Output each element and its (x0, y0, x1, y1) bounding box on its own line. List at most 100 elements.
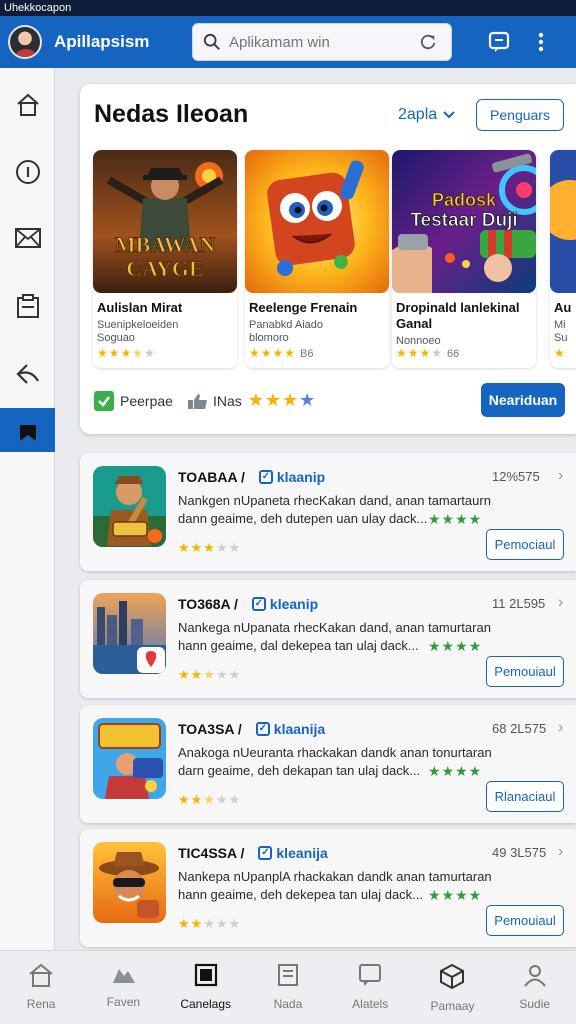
list-item-title: TOA3SA / ✓ klaanija (178, 721, 325, 737)
list-item[interactable]: TIC4SSA / ✓ kleanija 49 3L575 › Nankepa … (80, 829, 576, 947)
verified-badge: ✓ klaanija (255, 721, 326, 737)
verified-label: kleanija (276, 845, 328, 861)
rating-stars: ★★★★★ (97, 346, 156, 360)
chevron-right-icon[interactable]: › (558, 467, 563, 485)
rating-stars: ★ (554, 346, 566, 360)
sidebar-item-back[interactable] (0, 352, 55, 396)
verified-label: kleanip (269, 596, 319, 612)
search-bar[interactable] (192, 23, 452, 61)
game-icon-cowboy (93, 842, 166, 923)
featured-card[interactable]: Au Mi Su ★ (550, 150, 576, 368)
section-action-button[interactable]: Penguars (476, 99, 564, 131)
clipboard-icon (16, 294, 39, 318)
game-icon-city (93, 593, 166, 674)
card-image-text: Padosk (431, 190, 497, 211)
item-count: 68 2L575 (492, 721, 547, 736)
nav-item-canelags[interactable]: Canelags (165, 951, 247, 1024)
more-vertical-icon (538, 32, 544, 52)
chat-button[interactable] (484, 27, 514, 57)
nav-label: Alatels (352, 997, 389, 1011)
item-action-button[interactable]: Pemouiaul (486, 656, 564, 687)
list-item[interactable]: TOABAA / ✓ klaanip 12%575 › Nankgen nUpa… (80, 453, 576, 571)
item-action-button[interactable]: Rlanaciaul (486, 781, 564, 812)
featured-card[interactable]: Reelenge Frenain Panabkd Aiado blomoro ★… (245, 150, 389, 368)
check-icon (94, 390, 114, 411)
rating-stars: ★★★★★ (178, 667, 242, 682)
list-item[interactable]: TO368A / ✓ kleanip 11 2L595 › Nankega nU… (80, 580, 576, 698)
list-item-title: TOABAA / ✓ klaanip (178, 469, 325, 485)
card-image: Padosk Testaar Duji (392, 150, 536, 293)
like-label: INas (212, 392, 242, 409)
green-rating: ★★★★ (428, 887, 483, 903)
refresh-icon[interactable] (419, 33, 437, 51)
card-subtitle: Panabkd Aiado blomoro (249, 319, 324, 344)
nav-label: Pamaay (430, 999, 475, 1013)
status-bar: Uhekkocapon (0, 0, 576, 16)
card-image-text: CAYGE (126, 256, 204, 282)
sidebar-item-home[interactable] (0, 83, 55, 127)
user-icon (523, 965, 546, 987)
nav-label: Sudie (519, 997, 551, 1011)
card-image (245, 150, 389, 293)
home-icon (16, 93, 39, 116)
search-icon (203, 33, 220, 50)
verified-check-icon: ✓ (258, 470, 273, 484)
card-subtitle: Suenipkeloeiden Soguao (97, 319, 179, 344)
rating-stars: ★★★★★ (178, 540, 242, 555)
search-input[interactable] (229, 33, 419, 51)
verified-check-icon: ✓ (258, 846, 273, 860)
item-code: TOABAA / (178, 469, 245, 485)
item-action-button[interactable]: Pemouiaul (486, 905, 564, 936)
nav-item-sudie[interactable]: Sudie (494, 951, 576, 1024)
verified-badge: ✓ kleanija (258, 845, 328, 861)
item-count: 11 2L595 (492, 596, 546, 611)
more-button[interactable] (526, 27, 556, 57)
chevron-right-icon[interactable]: › (558, 843, 563, 861)
chat-icon (359, 964, 382, 986)
chat-icon (488, 31, 510, 52)
list-item[interactable]: TOA3SA / ✓ klaanija 68 2L575 › Anakoga n… (80, 705, 576, 823)
item-code: TO368A / (178, 596, 238, 612)
package-icon (440, 963, 465, 989)
chevron-down-icon (443, 111, 455, 119)
section-title: Nedas Ileoan (94, 100, 249, 128)
rating-stars: ★★★★★ (178, 916, 242, 931)
thumbs-up-icon[interactable] (187, 392, 209, 410)
sidebar-item-bookmark[interactable] (0, 408, 55, 452)
app-bar: Apillapsism (0, 16, 576, 68)
card-score: B6 (300, 348, 314, 360)
nav-item-nada[interactable]: Nada (247, 951, 329, 1024)
rating-stars: ★★★★ (247, 390, 317, 410)
featured-card[interactable]: Padosk Testaar Duji Dropinald lanlekinal… (392, 150, 536, 368)
document-icon (277, 964, 298, 986)
green-rating: ★★★★ (428, 638, 483, 654)
sidebar-item-info[interactable] (0, 150, 55, 194)
item-code: TOA3SA / (178, 721, 242, 737)
card-image-text: Testaar Duji (410, 210, 518, 232)
chevron-right-icon[interactable]: › (558, 719, 563, 737)
game-icon-heroes (93, 718, 166, 799)
card-title: Dropinald lanlekinal Ganal (396, 300, 520, 331)
chevron-right-icon[interactable]: › (558, 594, 563, 612)
nav-item-alatels[interactable]: Alatels (329, 951, 411, 1024)
item-action-button[interactable]: Pemociaul (486, 529, 564, 560)
card-title: Au (554, 300, 572, 315)
status-bar-text: Uhekkocapon (4, 2, 72, 14)
sidebar-item-clipboard[interactable] (0, 284, 55, 328)
nav-item-home[interactable]: Rena (0, 951, 82, 1024)
nav-label: Rena (26, 997, 56, 1011)
featured-card[interactable]: MBAWAN CAYGE Aulislan Mirat Suenipkeloei… (93, 150, 237, 368)
verified-label: klaanija (273, 721, 326, 737)
card-image-text: MBAWAN (114, 232, 216, 258)
featured-cta-button[interactable]: Neariduan (481, 383, 565, 417)
rating-stars: ★★★★★ (178, 792, 242, 807)
green-rating: ★★★★ (428, 763, 483, 779)
sidebar-item-mail[interactable] (0, 216, 55, 260)
card-image (550, 150, 576, 293)
nav-item-faven[interactable]: Faven (82, 951, 164, 1024)
mail-icon (14, 228, 41, 248)
filter-dropdown[interactable]: 2apla (398, 106, 456, 124)
nav-item-pamaay[interactable]: Pamaay (411, 951, 493, 1024)
rating-stars: ★★★★ 66 (396, 346, 460, 360)
avatar[interactable] (8, 25, 42, 59)
